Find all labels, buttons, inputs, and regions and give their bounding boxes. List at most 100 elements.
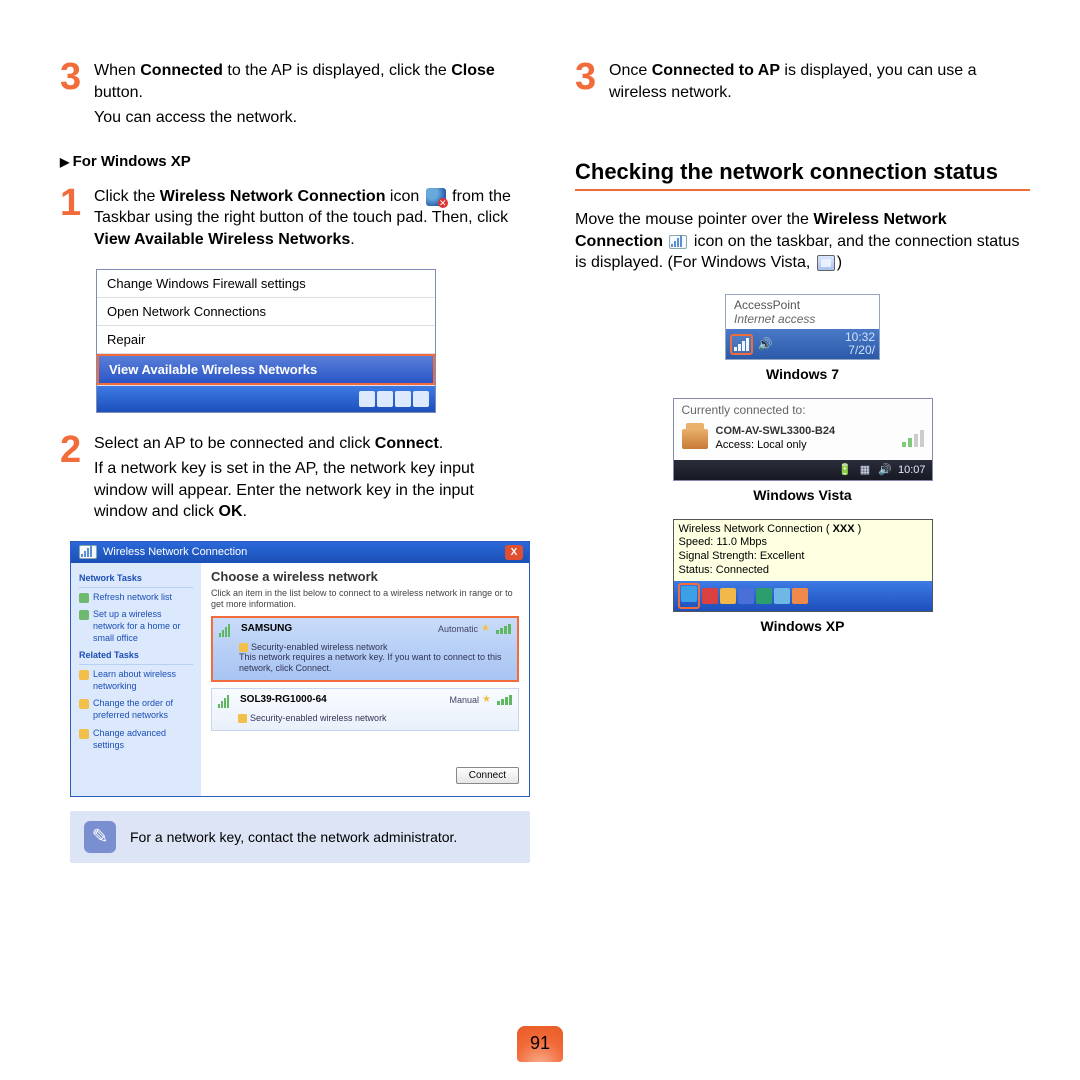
tray-icon (413, 391, 429, 407)
text: If a network key is set in the AP, the n… (94, 460, 474, 520)
sidebar-heading: Related Tasks (79, 650, 193, 665)
network-name: SOL39-RG1000-64 (240, 694, 450, 705)
sidebar-link[interactable]: Refresh network list (79, 592, 193, 604)
dialog-titlebar[interactable]: Wireless Network Connection X (71, 542, 529, 563)
signal-icon-highlight[interactable] (730, 334, 753, 355)
signal-icon (79, 545, 97, 559)
network-item-selected[interactable]: SAMSUNG Automatic ★ Security-enabled wir… (211, 616, 519, 682)
vista-network-icon (817, 255, 835, 271)
sidebar-link[interactable]: Change advanced settings (79, 728, 193, 751)
main-heading: Choose a wireless network (211, 569, 519, 584)
taskbar-strip (97, 386, 435, 412)
step-2: 2 Select an AP to be connected and click… (60, 433, 530, 527)
wireless-icon (681, 586, 697, 602)
menu-item-highlight: View Available Wireless Networks (97, 354, 435, 386)
text: . (243, 503, 247, 520)
menu-item[interactable]: Repair (97, 326, 435, 354)
battery-icon[interactable]: 🔋 (838, 463, 852, 477)
figure-caption: Windows Vista (575, 487, 1030, 503)
signal-icon (219, 621, 235, 637)
security-label: Security-enabled wireless network (250, 713, 387, 723)
vista-popup: Currently connected to: COM-AV-SWL3300-B… (673, 398, 933, 480)
page: 3 When Connected to the AP is displayed,… (0, 0, 1080, 903)
text: . (439, 435, 443, 452)
clock: 10:32 7/20/ (845, 331, 875, 357)
main-subtext: Click an item in the list below to conne… (211, 588, 519, 610)
sidebar: Network Tasks Refresh network list Set u… (71, 563, 201, 796)
tray-icon (359, 391, 375, 407)
menu-item[interactable]: Change Windows Firewall settings (97, 270, 435, 298)
advanced-icon (79, 729, 89, 739)
w7-ssid: AccessPoint (734, 298, 871, 312)
text: Once (609, 62, 652, 79)
text: ) (837, 254, 842, 271)
tray-icon[interactable] (756, 588, 772, 604)
speaker-icon[interactable]: 🔊 (757, 337, 773, 351)
wireless-icon-highlight[interactable] (678, 583, 700, 610)
network-icon[interactable]: ▦ (858, 463, 872, 477)
signal-icon (669, 235, 687, 249)
step-number: 1 (60, 184, 94, 222)
text: . (350, 231, 354, 248)
bars-icon (497, 695, 512, 705)
network-name: SAMSUNG (241, 623, 438, 634)
sidebar-link[interactable]: Change the order of preferred networks (79, 698, 193, 721)
text: You can access the network. (94, 107, 530, 129)
sidebar-link[interactable]: Set up a wireless network for a home or … (79, 609, 193, 644)
sidebar-label: Change the order of preferred networks (93, 698, 193, 721)
vista-ssid: COM-AV-SWL3300-B24 (716, 425, 836, 437)
step-body: Click the Wireless Network Connection ic… (94, 186, 530, 255)
tray-icon[interactable] (792, 588, 808, 604)
menu-item-selected[interactable]: View Available Wireless Networks (97, 354, 435, 385)
text: Select an AP to be connected and click (94, 435, 375, 452)
sidebar-label: Change advanced settings (93, 728, 193, 751)
step-body: Once Connected to AP is displayed, you c… (609, 60, 1030, 107)
paragraph: Move the mouse pointer over the Wireless… (575, 209, 1030, 274)
dialog-main: Choose a wireless network Click an item … (201, 563, 529, 796)
vista-top-label: Currently connected to: (674, 399, 932, 421)
star-icon: ★ (481, 623, 490, 634)
tray-icon[interactable] (738, 588, 754, 604)
network-item[interactable]: SOL39-RG1000-64 Manual ★ Security-enable… (211, 688, 519, 731)
sidebar-label: Set up a wireless network for a home or … (93, 609, 193, 644)
close-icon[interactable]: X (505, 545, 523, 560)
xp-speed: Speed: 11.0 Mbps (679, 536, 927, 550)
step-number: 3 (575, 58, 609, 96)
step-3-right: 3 Once Connected to AP is displayed, you… (575, 60, 1030, 107)
text-bold: Connected (140, 62, 223, 79)
setup-icon (79, 610, 89, 620)
text-bold: Wireless Network Connection (160, 188, 386, 205)
text: button. (94, 84, 143, 101)
text-bold: OK (219, 503, 243, 520)
refresh-icon (79, 593, 89, 603)
w7-taskbar: 🔊 10:32 7/20/ (726, 329, 879, 359)
network-msg: This network requires a network key. If … (239, 652, 511, 674)
sidebar-link[interactable]: Learn about wireless networking (79, 669, 193, 692)
right-column: 3 Once Connected to AP is displayed, you… (575, 60, 1030, 863)
sidebar-label: Refresh network list (93, 592, 172, 604)
vista-network: COM-AV-SWL3300-B24 Access: Local only (716, 425, 836, 451)
subheading-for-windows-xp: For Windows XP (60, 153, 530, 170)
connect-button[interactable]: Connect (456, 767, 519, 784)
tray-icon (377, 391, 393, 407)
menu-item[interactable]: Open Network Connections (97, 298, 435, 326)
w7-popup: AccessPoint Internet access 🔊 10:32 7/20… (725, 294, 880, 360)
wireless-connection-x-icon (426, 188, 446, 206)
dialog-title: Wireless Network Connection (103, 546, 247, 558)
sidebar-heading: Network Tasks (79, 573, 193, 588)
vista-taskbar: 🔋 ▦ 🔊 10:07 (674, 460, 932, 480)
dialog-body: Network Tasks Refresh network list Set u… (71, 563, 529, 796)
figure-windows-7: AccessPoint Internet access 🔊 10:32 7/20… (575, 294, 1030, 382)
tray-icon[interactable] (774, 588, 790, 604)
bench-icon (682, 429, 708, 449)
bars-icon (902, 430, 924, 447)
figure-caption: Windows 7 (575, 366, 1030, 382)
text: Click the (94, 188, 160, 205)
star-icon: ★ (482, 694, 491, 705)
network-mode: Manual (450, 695, 480, 705)
tray-icon[interactable] (720, 588, 736, 604)
date: 7/20/ (845, 344, 875, 357)
xp-signal: Signal Strength: Excellent (679, 550, 927, 564)
speaker-icon[interactable]: 🔊 (878, 463, 892, 477)
tray-icon[interactable] (702, 588, 718, 604)
